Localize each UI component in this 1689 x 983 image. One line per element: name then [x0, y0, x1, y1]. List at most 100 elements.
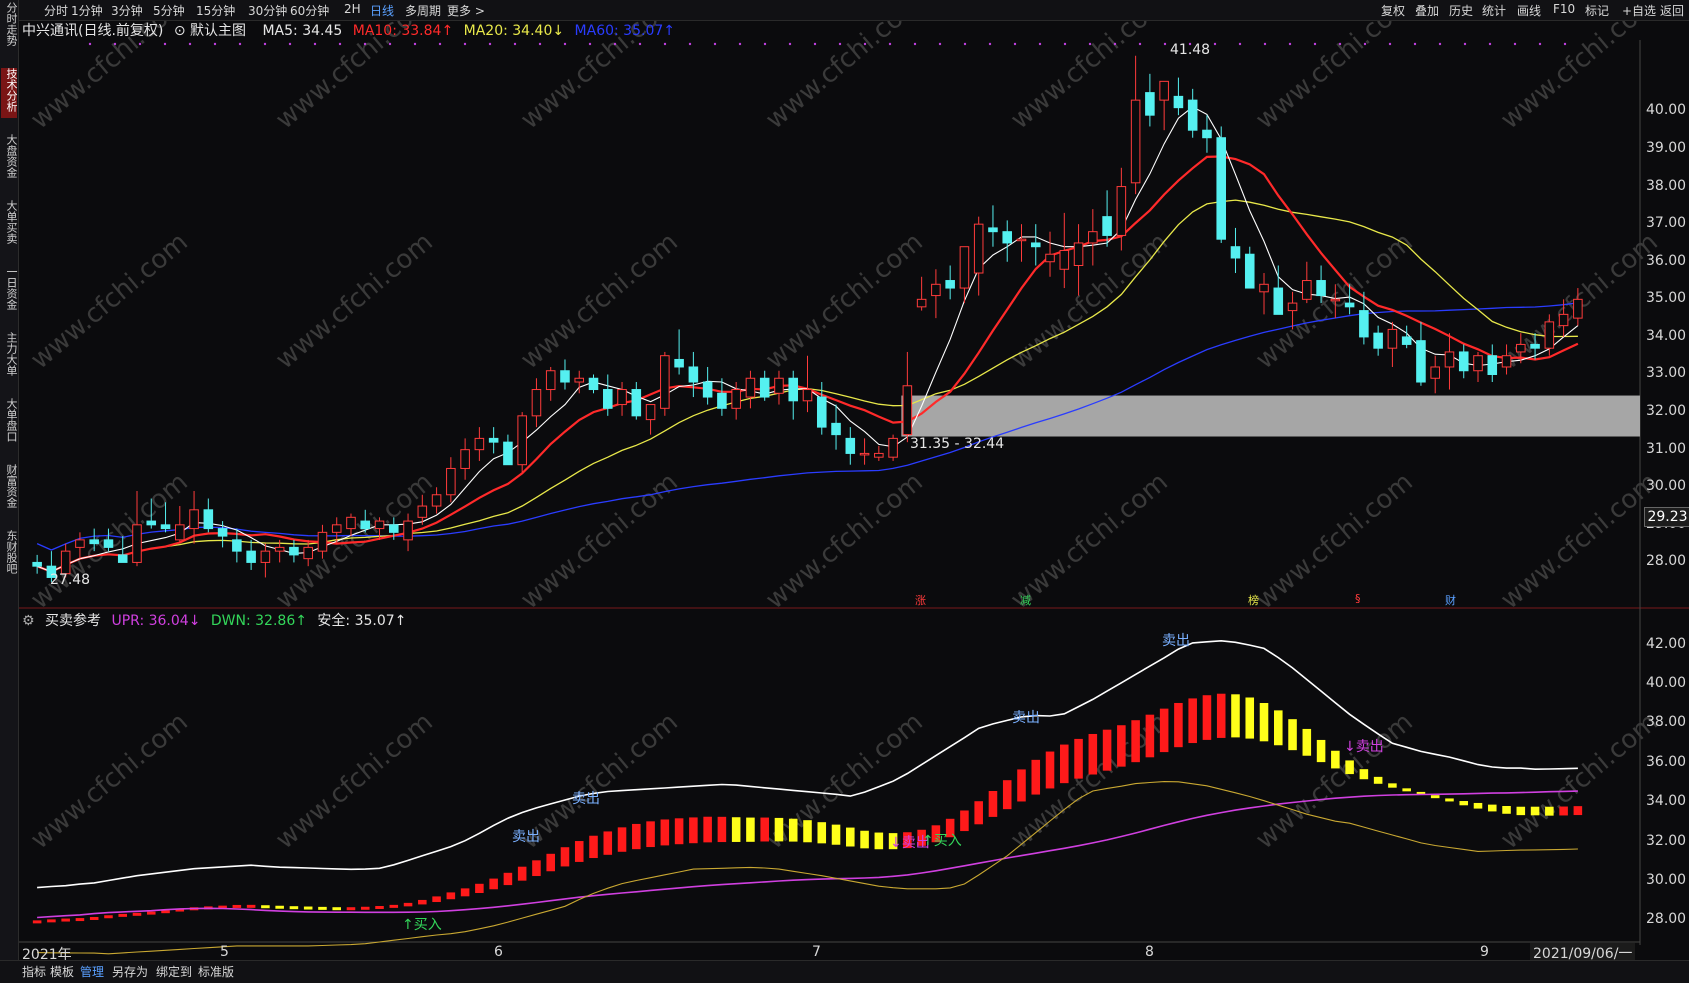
candle-body[interactable] — [189, 509, 199, 530]
candle-body[interactable] — [717, 392, 727, 409]
candle-body[interactable] — [631, 389, 642, 417]
event-marker-2[interactable]: 榜 — [1248, 592, 1259, 608]
bottom-tab-4[interactable]: 绑定到 — [156, 963, 192, 980]
event-marker-4[interactable]: 财 — [1445, 592, 1456, 608]
candle-body[interactable] — [1501, 355, 1512, 368]
candle-body[interactable] — [1516, 343, 1526, 353]
toolbar-right-4[interactable]: 画线 — [1517, 2, 1541, 19]
candle-body[interactable] — [645, 404, 656, 421]
candle-body[interactable] — [360, 520, 371, 530]
candle-body[interactable] — [531, 389, 542, 417]
candle-body[interactable] — [1002, 231, 1013, 244]
period-tab-10[interactable]: 更多 > — [447, 2, 485, 19]
candle-body[interactable] — [232, 539, 242, 552]
candle-body[interactable] — [1558, 313, 1569, 327]
toolbar-right-6[interactable]: 标记 — [1585, 2, 1609, 19]
period-tab-0[interactable]: 分时 — [44, 2, 68, 19]
candle-body[interactable] — [1387, 328, 1398, 349]
candle-body[interactable] — [1173, 95, 1184, 109]
candle-body[interactable] — [175, 524, 185, 541]
candle-body[interactable] — [117, 554, 128, 563]
candle-body[interactable] — [1373, 332, 1383, 349]
candle-body[interactable] — [1473, 355, 1483, 372]
toolbar-right-8[interactable]: 返回 — [1660, 2, 1684, 19]
candle-body[interactable] — [702, 381, 713, 398]
candle-body[interactable] — [816, 396, 827, 428]
toolbar-right-0[interactable]: 复权 — [1381, 2, 1405, 19]
candle-body[interactable] — [1145, 92, 1155, 116]
candle-body[interactable] — [89, 539, 99, 545]
event-marker-1[interactable]: 减 — [1020, 592, 1031, 608]
candle-body[interactable] — [1130, 99, 1141, 184]
sidebar-tab-4[interactable]: 一日资金 — [1, 266, 18, 316]
candle-body[interactable] — [317, 531, 328, 552]
candle-body[interactable] — [916, 298, 927, 308]
candle-body[interactable] — [32, 561, 42, 567]
candle-body[interactable] — [103, 539, 114, 548]
kline-chart[interactable]: www.cfchi.com www.cfchi.com www.cfchi.com w… — [0, 0, 1689, 982]
indicator-name[interactable]: 买卖参考 — [45, 613, 101, 629]
candle-body[interactable] — [945, 280, 955, 289]
candle-body[interactable] — [802, 389, 813, 402]
period-tab-2[interactable]: 3分钟 — [111, 2, 143, 19]
candle-body[interactable] — [246, 550, 256, 563]
sidebar-tab-1[interactable]: 技术分析 — [1, 68, 18, 118]
candle-body[interactable] — [788, 377, 799, 402]
event-marker-3[interactable]: § — [1355, 592, 1361, 605]
candle-body[interactable] — [160, 524, 171, 530]
candle-body[interactable] — [1330, 298, 1341, 302]
toolbar-right-5[interactable]: F10 — [1553, 2, 1575, 16]
sidebar-tab-5[interactable]: 主力大单 — [1, 332, 18, 382]
candle-body[interactable] — [1416, 340, 1426, 383]
candle-body[interactable] — [845, 437, 856, 454]
candle-body[interactable] — [1302, 280, 1312, 300]
candle-body[interactable] — [374, 520, 385, 530]
candle-body[interactable] — [602, 389, 613, 409]
candle-body[interactable] — [389, 524, 399, 533]
candle-body[interactable] — [1359, 310, 1369, 338]
candle-body[interactable] — [574, 377, 585, 383]
candle-body[interactable] — [1430, 366, 1440, 379]
candle-body[interactable] — [1444, 351, 1455, 368]
candle-body[interactable] — [1159, 80, 1169, 101]
toolbar-right-1[interactable]: 叠加 — [1415, 2, 1439, 19]
bottom-tab-1[interactable]: 模板 — [50, 963, 74, 980]
candle-body[interactable] — [1030, 242, 1041, 248]
candle-body[interactable] — [1259, 283, 1269, 293]
candle-body[interactable] — [560, 370, 570, 383]
candle-body[interactable] — [217, 528, 228, 537]
period-tab-5[interactable]: 30分钟 — [248, 2, 287, 19]
candle-body[interactable] — [1544, 321, 1555, 349]
sidebar-tab-7[interactable]: 财富资金 — [1, 464, 18, 514]
bottom-tab-5[interactable]: 标准版 — [198, 963, 234, 980]
candle-body[interactable] — [1059, 249, 1070, 270]
period-tab-9[interactable]: 多周期 — [405, 2, 441, 19]
candle-body[interactable] — [1073, 242, 1084, 267]
candle-body[interactable] — [1102, 216, 1112, 236]
candle-body[interactable] — [1530, 343, 1540, 349]
candle-body[interactable] — [260, 550, 271, 563]
candle-body[interactable] — [460, 449, 470, 469]
candle-body[interactable] — [731, 389, 741, 409]
candle-body[interactable] — [146, 520, 157, 526]
period-tab-7[interactable]: 2H — [344, 2, 361, 16]
candle-body[interactable] — [1016, 238, 1027, 242]
candle-body[interactable] — [688, 366, 699, 383]
candle-body[interactable] — [1458, 351, 1469, 372]
candle-body[interactable] — [973, 223, 984, 274]
candle-body[interactable] — [132, 524, 142, 563]
candle-body[interactable] — [474, 437, 485, 451]
candle-body[interactable] — [1230, 246, 1241, 259]
sidebar-tab-0[interactable]: 分时走势 — [1, 2, 18, 52]
sidebar-tab-8[interactable]: 东财股吧 — [1, 530, 18, 580]
candle-body[interactable] — [203, 509, 214, 530]
candle-body[interactable] — [888, 437, 898, 458]
period-tab-3[interactable]: 5分钟 — [153, 2, 185, 19]
candle-body[interactable] — [1088, 231, 1098, 244]
candle-body[interactable] — [1116, 186, 1127, 236]
candle-body[interactable] — [346, 516, 356, 530]
candle-body[interactable] — [674, 358, 684, 368]
candle-body[interactable] — [446, 467, 456, 496]
candle-body[interactable] — [988, 227, 998, 233]
candle-body[interactable] — [1316, 280, 1326, 297]
